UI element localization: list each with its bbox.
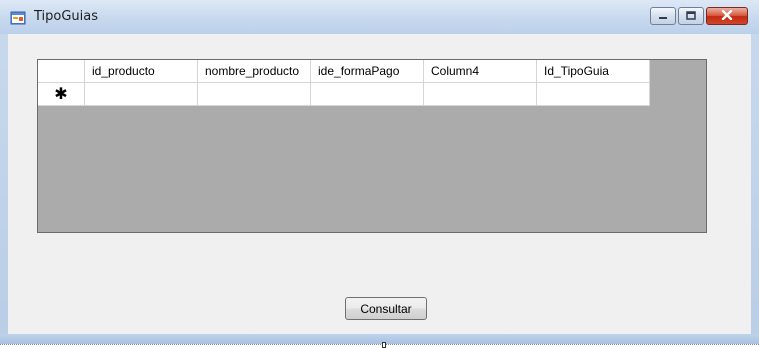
grid-new-row[interactable]: ✱ <box>38 83 650 106</box>
grid-corner-cell[interactable] <box>38 60 85 83</box>
column-header-nombre-producto[interactable]: nombre_producto <box>198 60 311 83</box>
window-bottom-border <box>0 334 759 344</box>
minimize-icon <box>658 9 668 23</box>
window-title: TipoGuias <box>34 9 99 24</box>
grid-cell[interactable] <box>424 83 537 106</box>
column-header-ide-formapago[interactable]: ide_formaPago <box>311 60 424 83</box>
column-header-column4[interactable]: Column4 <box>424 60 537 83</box>
data-grid[interactable]: id_producto nombre_producto ide_formaPag… <box>37 59 707 233</box>
window-frame: TipoGuias id_producto nombre_producto id… <box>0 0 759 344</box>
minimize-button[interactable] <box>650 7 676 25</box>
maximize-icon <box>686 9 696 23</box>
form-client-area: id_producto nombre_producto ide_formaPag… <box>8 34 751 334</box>
grid-cell[interactable] <box>537 83 650 106</box>
resize-grip-icon[interactable] <box>382 342 386 348</box>
new-row-asterisk-icon: ✱ <box>54 84 68 103</box>
close-icon <box>721 9 733 23</box>
grid-header-row: id_producto nombre_producto ide_formaPag… <box>38 60 650 83</box>
caption-buttons <box>650 7 748 27</box>
new-row-header[interactable]: ✱ <box>38 83 85 106</box>
close-button[interactable] <box>706 7 748 25</box>
title-bar[interactable]: TipoGuias <box>0 0 759 34</box>
taskbar-edge <box>0 344 759 348</box>
grid-cell[interactable] <box>85 83 198 106</box>
app-form-icon <box>10 10 26 26</box>
grid-cell[interactable] <box>198 83 311 106</box>
consultar-button[interactable]: Consultar <box>345 297 427 320</box>
column-header-id-producto[interactable]: id_producto <box>85 60 198 83</box>
column-header-id-tipoguia[interactable]: Id_TipoGuia <box>537 60 650 83</box>
grid-cell[interactable] <box>311 83 424 106</box>
maximize-button[interactable] <box>678 7 704 25</box>
